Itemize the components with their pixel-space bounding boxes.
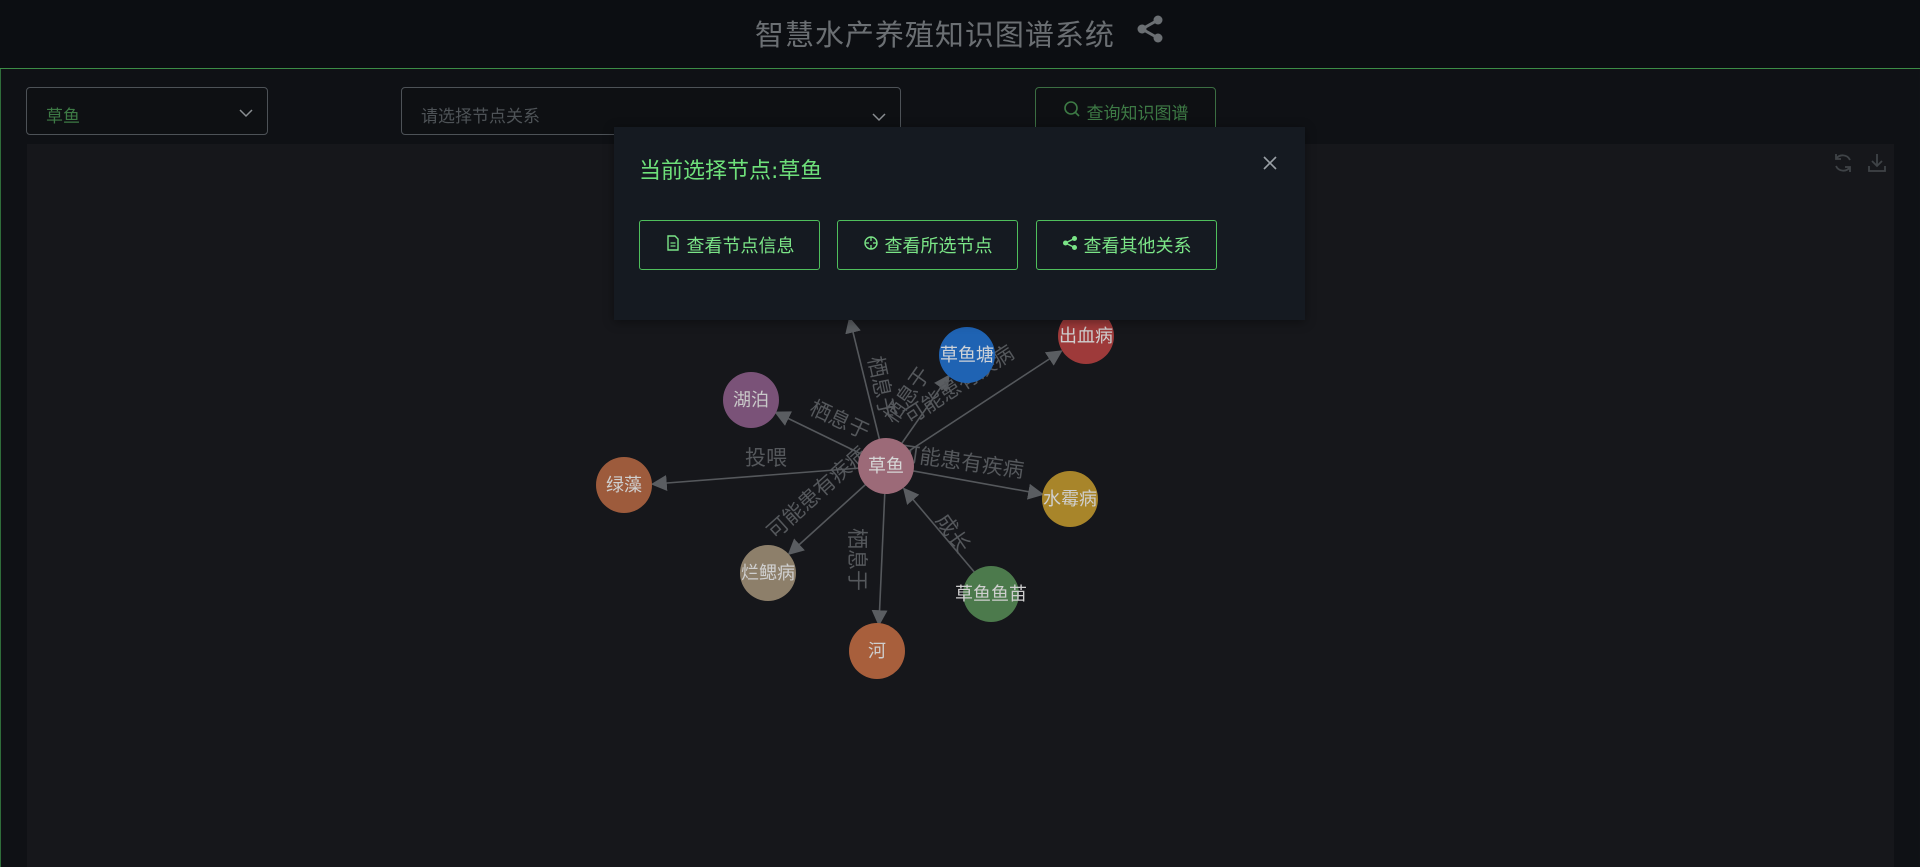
- target-icon: [863, 235, 879, 256]
- node-action-dialog: 当前选择节点:草鱼 查看节点信息 查看所选节点 查看其他关系: [614, 127, 1305, 320]
- share-icon: [1062, 235, 1078, 256]
- dialog-title: 当前选择节点:草鱼: [639, 159, 823, 184]
- view-selected-node-button[interactable]: 查看所选节点: [837, 220, 1018, 270]
- view-other-relations-label: 查看其他关系: [1083, 236, 1192, 257]
- graph-node-label: 草鱼塘: [940, 345, 994, 366]
- view-node-info-button[interactable]: 查看节点信息: [639, 220, 820, 270]
- graph-node-label: 湖泊: [733, 390, 769, 411]
- graph-node-label: 水霉病: [1043, 489, 1097, 510]
- graph-node-label: 草鱼: [868, 456, 904, 477]
- graph-node-label: 出血病: [1059, 326, 1113, 347]
- close-icon[interactable]: [1262, 155, 1278, 175]
- edge-label: 栖息于: [806, 396, 873, 444]
- edge-label: 成长: [931, 509, 975, 557]
- graph-node-label: 烂鳃病: [741, 563, 795, 584]
- edge-label: 投喂: [745, 446, 787, 470]
- graph-node-label: 草鱼鱼苗: [955, 584, 1027, 605]
- view-other-relations-button[interactable]: 查看其他关系: [1036, 220, 1217, 270]
- graph-node-label: 绿藻: [606, 475, 642, 496]
- edge-label: 栖息于: [845, 528, 869, 591]
- edge-label: 可能患有疾病: [897, 441, 1025, 482]
- view-selected-node-label: 查看所选节点: [884, 236, 993, 257]
- document-icon: [665, 234, 681, 256]
- graph-node-label: 河: [868, 641, 886, 662]
- view-node-info-label: 查看节点信息: [686, 236, 795, 257]
